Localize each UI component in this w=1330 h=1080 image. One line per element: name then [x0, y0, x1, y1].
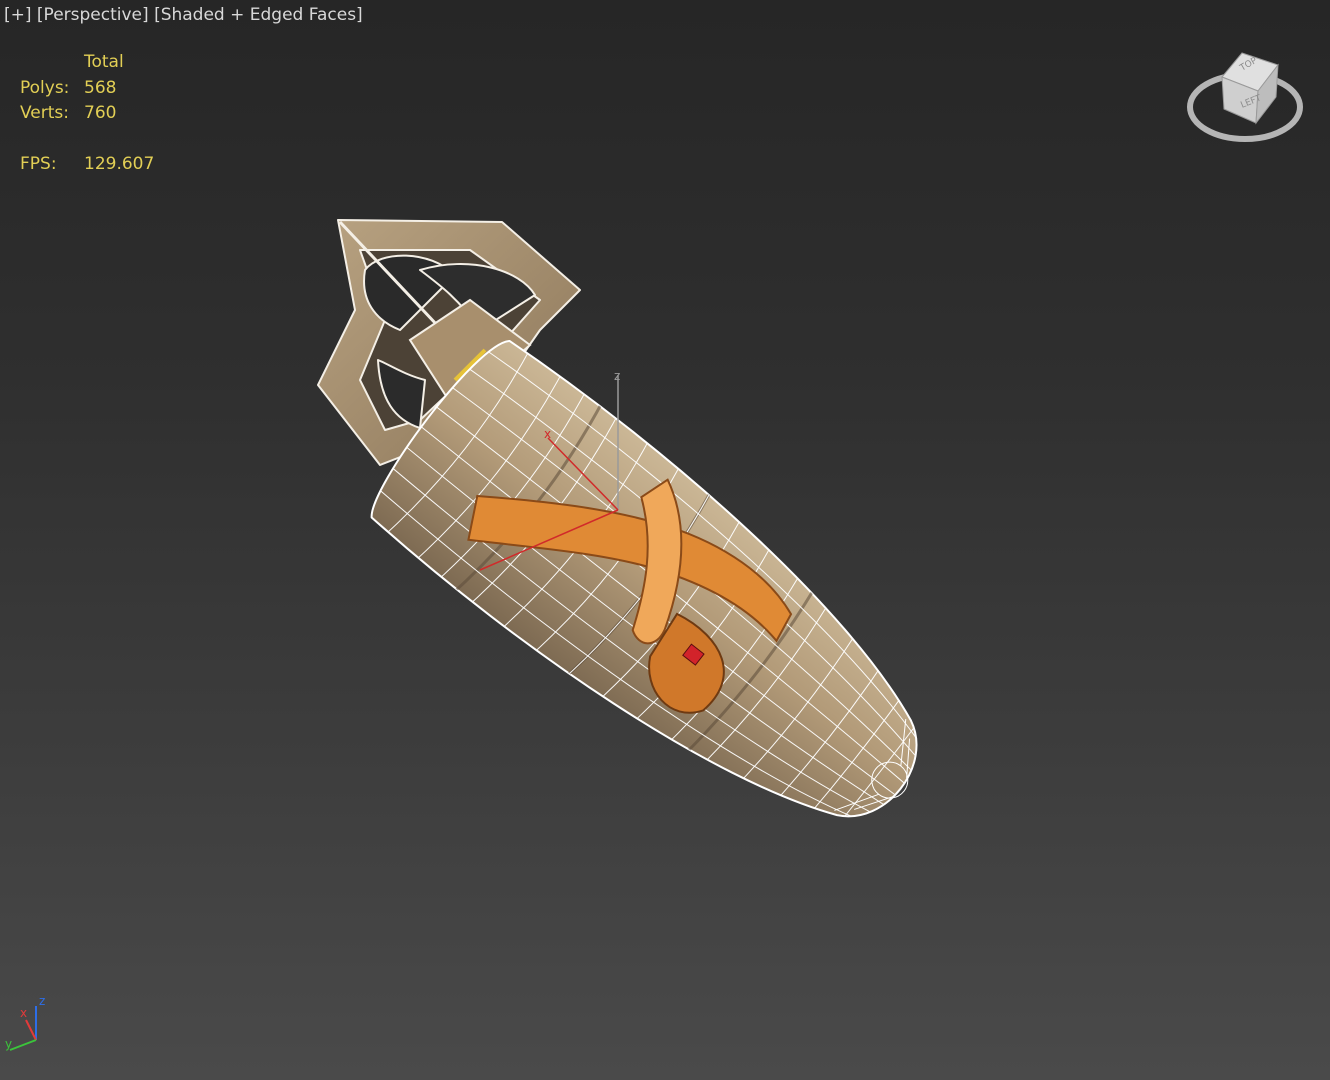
axis-y-label: y [5, 1037, 12, 1051]
axis-x-line [25, 1019, 37, 1041]
axis-x-label: x [20, 1006, 27, 1020]
viewport-scene[interactable]: x z [0, 0, 1330, 1080]
gizmo-x-label: x [544, 427, 551, 441]
axis-y-line [9, 1039, 37, 1051]
bomb-body[interactable] [348, 318, 987, 894]
viewcube[interactable]: TOP LEFT [1180, 45, 1310, 155]
axis-tripod: z x y [5, 994, 45, 1051]
gizmo-z-label: z [614, 369, 620, 383]
axis-z-label: z [39, 994, 45, 1008]
